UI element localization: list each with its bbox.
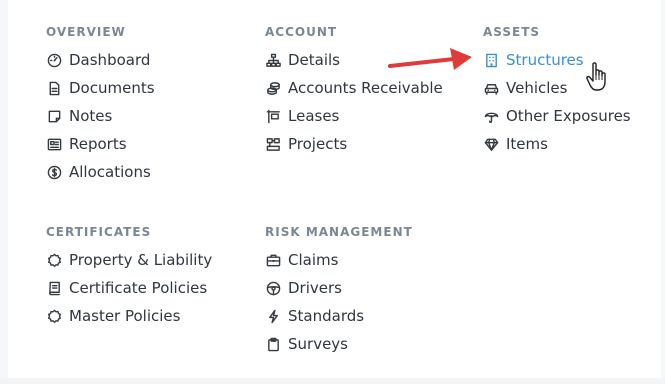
menu-item-master-policies[interactable]: Master Policies <box>46 305 180 327</box>
menu-item-structures[interactable]: Structures <box>483 49 584 71</box>
menu-item-projects[interactable]: Projects <box>265 133 347 155</box>
annotation-arrow-icon <box>388 48 472 70</box>
policy-book-icon <box>46 280 62 296</box>
menu-item-other-exposures[interactable]: Other Exposures <box>483 105 631 127</box>
dashboard-icon <box>46 52 62 68</box>
menu-item-label: Standards <box>288 307 365 325</box>
section-title: ASSETS <box>483 25 541 39</box>
sign-icon <box>265 108 281 124</box>
menu-item-property-liability[interactable]: Property & Liability <box>46 249 212 271</box>
document-icon <box>46 80 62 96</box>
menu-item-surveys[interactable]: Surveys <box>265 333 348 355</box>
menu-item-label: Accounts Receivable <box>288 79 443 97</box>
certificate-icon <box>46 308 62 324</box>
section-title: OVERVIEW <box>46 25 126 39</box>
menu-item-allocations[interactable]: Allocations <box>46 161 151 183</box>
bolt-icon <box>265 308 281 324</box>
building-icon <box>483 52 499 68</box>
menu-item-reports[interactable]: Reports <box>46 133 127 155</box>
section-title: CERTIFICATES <box>46 225 152 239</box>
menu-item-label: Projects <box>288 135 348 153</box>
note-icon <box>46 108 62 124</box>
section-title: RISK MANAGEMENT <box>265 225 413 239</box>
menu-item-claims[interactable]: Claims <box>265 249 338 271</box>
briefcase-icon <box>265 252 281 268</box>
sitemap-icon <box>265 52 281 68</box>
clipboard-icon <box>265 336 281 352</box>
menu-item-label: Certificate Policies <box>69 279 208 297</box>
certificate-icon <box>46 252 62 268</box>
menu-item-label: Property & Liability <box>69 251 213 269</box>
menu-item-label: Dashboard <box>69 51 151 69</box>
menu-item-label: Items <box>506 135 548 153</box>
umbrella-icon <box>483 108 499 124</box>
gem-icon <box>483 136 499 152</box>
menu-item-label: Notes <box>69 107 113 125</box>
tasks-icon <box>265 136 281 152</box>
menu-item-label: Documents <box>69 79 155 97</box>
reports-icon <box>46 136 62 152</box>
car-icon <box>483 80 499 96</box>
menu-item-accounts-receivable[interactable]: Accounts Receivable <box>265 77 443 99</box>
menu-item-label: Allocations <box>69 163 151 181</box>
bottom-edge <box>0 378 665 384</box>
menu-item-standards[interactable]: Standards <box>265 305 364 327</box>
menu-item-label: Surveys <box>288 335 348 353</box>
menu-item-label: Leases <box>288 107 340 125</box>
menu-item-label: Master Policies <box>69 307 181 325</box>
menu-item-dashboard[interactable]: Dashboard <box>46 49 150 71</box>
menu-item-notes[interactable]: Notes <box>46 105 112 127</box>
menu-item-label: Claims <box>288 251 339 269</box>
menu-item-label: Drivers <box>288 279 342 297</box>
left-edge <box>0 0 8 384</box>
coins-icon <box>265 80 281 96</box>
steering-wheel-icon <box>265 280 281 296</box>
menu-item-certificate-policies[interactable]: Certificate Policies <box>46 277 207 299</box>
hand-cursor-icon <box>586 62 606 91</box>
menu-item-label: Details <box>288 51 341 69</box>
menu-item-leases[interactable]: Leases <box>265 105 339 127</box>
dollar-circle-icon <box>46 164 62 180</box>
menu-item-documents[interactable]: Documents <box>46 77 155 99</box>
right-edge <box>661 0 665 384</box>
menu-item-label: Structures <box>506 51 584 69</box>
menu-item-vehicles[interactable]: Vehicles <box>483 77 567 99</box>
menu-item-drivers[interactable]: Drivers <box>265 277 342 299</box>
menu-item-details[interactable]: Details <box>265 49 340 71</box>
menu-item-label: Reports <box>69 135 127 153</box>
menu-item-items[interactable]: Items <box>483 133 548 155</box>
section-title: ACCOUNT <box>265 25 338 39</box>
menu-item-label: Other Exposures <box>506 107 631 125</box>
menu-item-label: Vehicles <box>506 79 568 97</box>
